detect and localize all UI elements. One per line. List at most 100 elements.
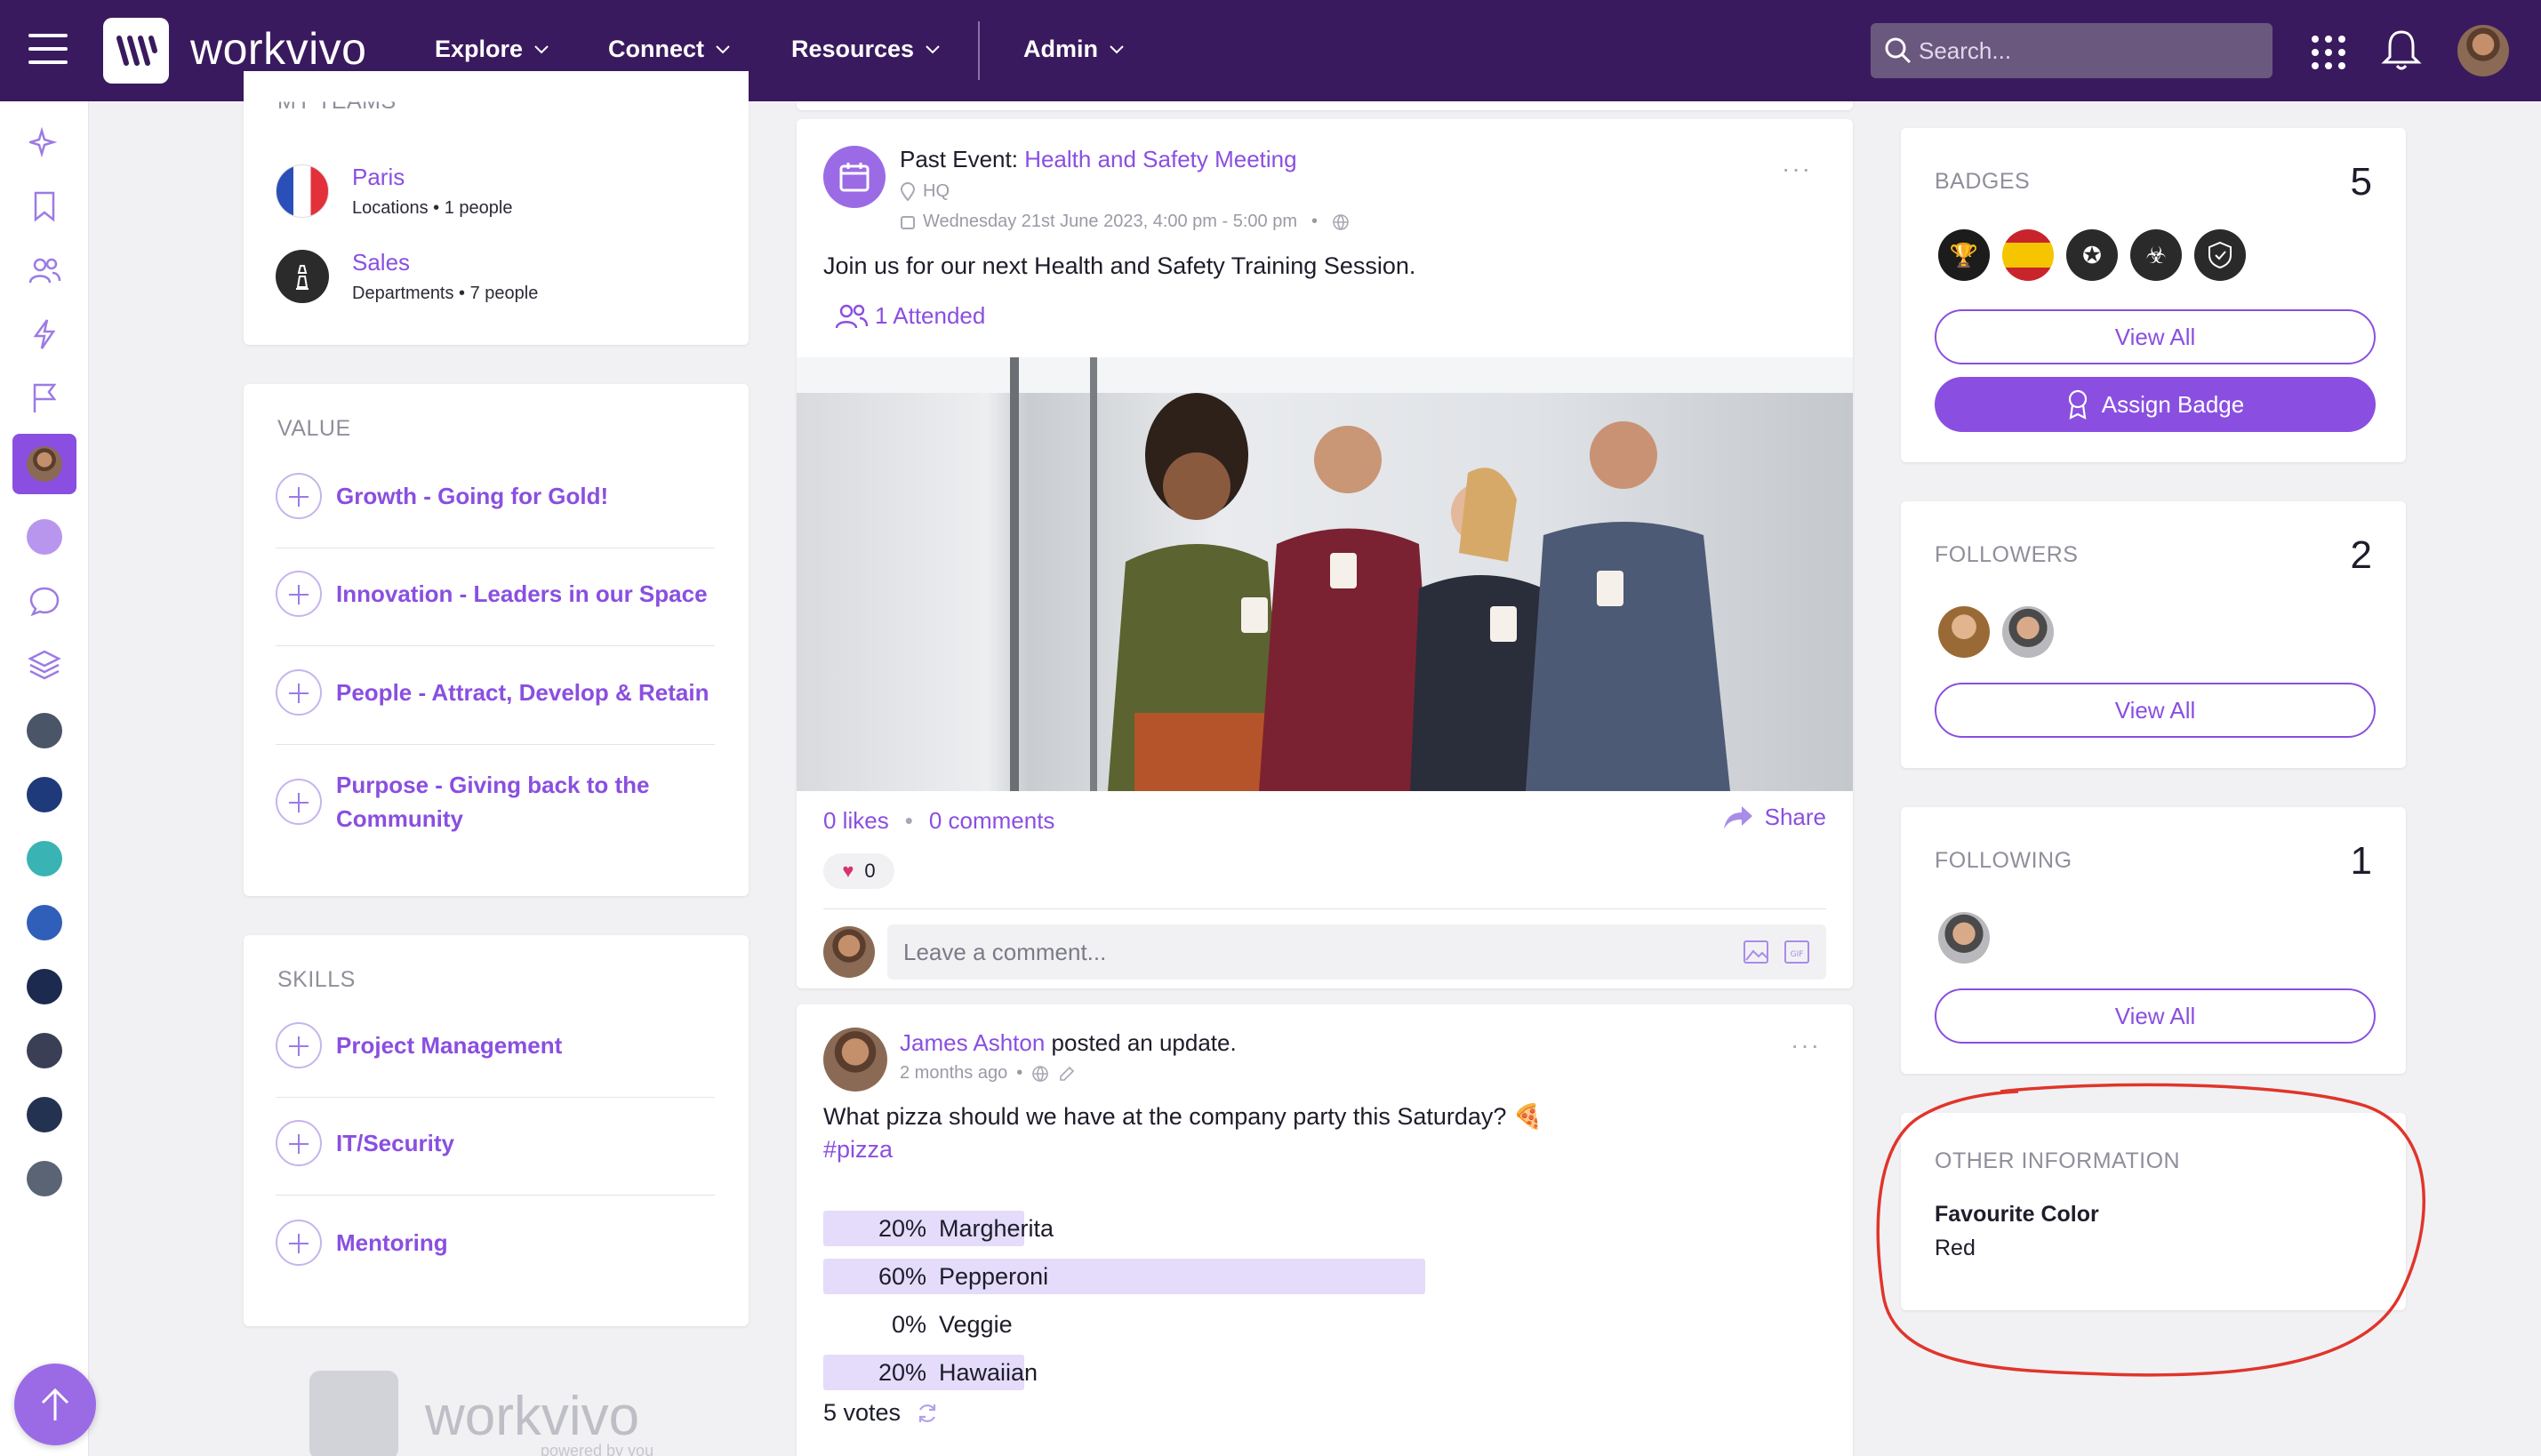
space-icon-1[interactable] <box>27 713 62 748</box>
author-name-link[interactable]: James Ashton <box>900 1029 1045 1056</box>
event-location: HQ <box>900 181 950 202</box>
scroll-to-top-button[interactable] <box>14 1364 96 1445</box>
spain-flag-badge-icon[interactable] <box>2002 229 2054 281</box>
following-avatar[interactable] <box>1938 912 1990 964</box>
value-item[interactable]: Innovation - Leaders in our Space <box>276 571 720 617</box>
team-row-paris[interactable]: Paris Locations • 1 people <box>276 164 512 219</box>
plus-circle-icon[interactable] <box>276 1220 322 1266</box>
nav-explore[interactable]: Explore <box>435 36 549 63</box>
likes-link[interactable]: 0 likes <box>823 807 889 835</box>
more-options-icon[interactable]: ··· <box>1782 155 1812 183</box>
value-item[interactable]: Growth - Going for Gold! <box>276 473 720 519</box>
refresh-icon[interactable] <box>915 1401 940 1426</box>
search-input[interactable]: Search... <box>1871 23 2272 78</box>
space-icon-4[interactable] <box>27 905 62 940</box>
space-icon-6[interactable] <box>27 1033 62 1068</box>
bookmark-icon[interactable] <box>27 188 62 224</box>
skill-item[interactable]: Project Management <box>276 1022 720 1068</box>
assign-badge-button[interactable]: Assign Badge <box>1935 377 2376 432</box>
team-row-sales[interactable]: Sales Departments • 7 people <box>276 249 538 304</box>
author-avatar[interactable] <box>823 1028 887 1092</box>
footer-logo: workvivo powered by you <box>309 1369 701 1456</box>
plus-circle-icon[interactable] <box>276 473 322 519</box>
apps-grid-icon[interactable] <box>2310 34 2347 71</box>
flag-icon[interactable] <box>27 380 62 416</box>
value-label[interactable]: Growth - Going for Gold! <box>336 479 608 513</box>
workvivo-logo-icon[interactable] <box>103 18 169 84</box>
lightning-icon[interactable] <box>27 316 62 352</box>
poll-option-percent: 0% <box>891 1310 926 1338</box>
view-all-followers-button[interactable]: View All <box>1935 683 2376 738</box>
trophy-badge-icon[interactable]: 🏆 <box>1938 229 1990 281</box>
event-title-link[interactable]: Health and Safety Meeting <box>1024 146 1296 172</box>
nav-admin[interactable]: Admin <box>1023 36 1125 63</box>
plus-circle-icon[interactable] <box>276 669 322 716</box>
plus-circle-icon[interactable] <box>276 1120 322 1166</box>
compass-icon[interactable] <box>27 519 62 555</box>
following-count: 1 <box>2350 839 2372 883</box>
follower-avatar[interactable] <box>2002 606 2054 658</box>
skill-item[interactable]: IT/Security <box>276 1120 720 1166</box>
plus-circle-icon[interactable] <box>276 779 322 825</box>
plus-circle-icon[interactable] <box>276 571 322 617</box>
calendar-icon <box>823 146 886 208</box>
divider <box>276 1097 715 1098</box>
space-icon-5[interactable] <box>27 969 62 1004</box>
comment-input[interactable]: Leave a comment... GIF <box>887 924 1826 980</box>
sparkle-icon[interactable] <box>27 124 62 160</box>
follower-avatar[interactable] <box>1938 606 1990 658</box>
skill-label[interactable]: Mentoring <box>336 1226 448 1260</box>
poll-option[interactable]: 20% Margherita <box>823 1211 1054 1246</box>
hashtag-link[interactable]: #pizza <box>823 1136 893 1164</box>
chat-bubble-icon[interactable] <box>27 583 62 619</box>
people-icon[interactable] <box>27 252 62 288</box>
skill-label[interactable]: IT/Security <box>336 1126 454 1160</box>
left-rail <box>0 101 89 1456</box>
layers-icon[interactable] <box>27 647 62 683</box>
gif-icon[interactable]: GIF <box>1784 939 1810 965</box>
value-label[interactable]: Innovation - Leaders in our Space <box>336 577 708 611</box>
attended-link[interactable]: 1 Attended <box>834 302 985 330</box>
comments-link[interactable]: 0 comments <box>929 807 1055 835</box>
nav-resources[interactable]: Resources <box>791 36 941 63</box>
assign-badge-label: Assign Badge <box>2101 390 2245 418</box>
nav-explore-label: Explore <box>435 36 524 62</box>
team-name[interactable]: Paris <box>352 164 512 191</box>
image-upload-icon[interactable] <box>1743 939 1769 965</box>
space-icon-8[interactable] <box>27 1161 62 1196</box>
value-label[interactable]: Purpose - Giving back to the Community <box>336 768 692 836</box>
value-label[interactable]: People - Attract, Develop & Retain <box>336 676 709 709</box>
nav-connect[interactable]: Connect <box>608 36 731 63</box>
poll-option[interactable]: 20% Hawaiian <box>823 1355 1038 1390</box>
notifications-bell-icon[interactable] <box>2381 27 2422 73</box>
more-options-icon[interactable]: ··· <box>1791 1031 1821 1060</box>
skill-item[interactable]: Mentoring <box>276 1220 720 1266</box>
view-all-badges-button[interactable]: View All <box>1935 309 2376 364</box>
poll-option[interactable]: 60% Pepperoni <box>823 1259 1425 1294</box>
value-item[interactable]: People - Attract, Develop & Retain <box>276 669 720 716</box>
poll-meta: 2 months ago • <box>900 1063 1076 1084</box>
value-item[interactable]: Purpose - Giving back to the Community <box>276 768 720 836</box>
shield-badge-icon[interactable] <box>2194 229 2246 281</box>
user-avatar[interactable] <box>2457 25 2509 76</box>
plus-circle-icon[interactable] <box>276 1022 322 1068</box>
skill-label[interactable]: Project Management <box>336 1028 562 1062</box>
event-post-card: Past Event: Health and Safety Meeting HQ… <box>797 119 1853 988</box>
space-icon-2[interactable] <box>27 777 62 812</box>
view-all-following-button[interactable]: View All <box>1935 988 2376 1044</box>
event-datetime-text: Wednesday 21st June 2023, 4:00 pm - 5:00… <box>923 212 1298 231</box>
menu-icon[interactable] <box>28 34 68 66</box>
space-icon-3[interactable] <box>27 841 62 876</box>
profile-avatar-icon[interactable] <box>27 446 62 482</box>
share-button[interactable]: Share <box>1722 804 1826 831</box>
brand-name[interactable]: workvivo <box>190 23 366 75</box>
chevron-down-icon <box>1110 44 1124 53</box>
my-teams-card: MY TEAMS Paris Locations • 1 people Sale… <box>244 71 749 345</box>
reaction-pill[interactable]: ♥ 0 <box>823 853 894 889</box>
team-name[interactable]: Sales <box>352 249 538 276</box>
biohazard-badge-icon[interactable]: ☣ <box>2130 229 2182 281</box>
poll-option[interactable]: 0% Veggie <box>823 1307 1013 1342</box>
space-icon-7[interactable] <box>27 1097 62 1132</box>
medal-badge-icon[interactable]: ✪ <box>2066 229 2118 281</box>
event-photo[interactable] <box>797 357 1853 791</box>
